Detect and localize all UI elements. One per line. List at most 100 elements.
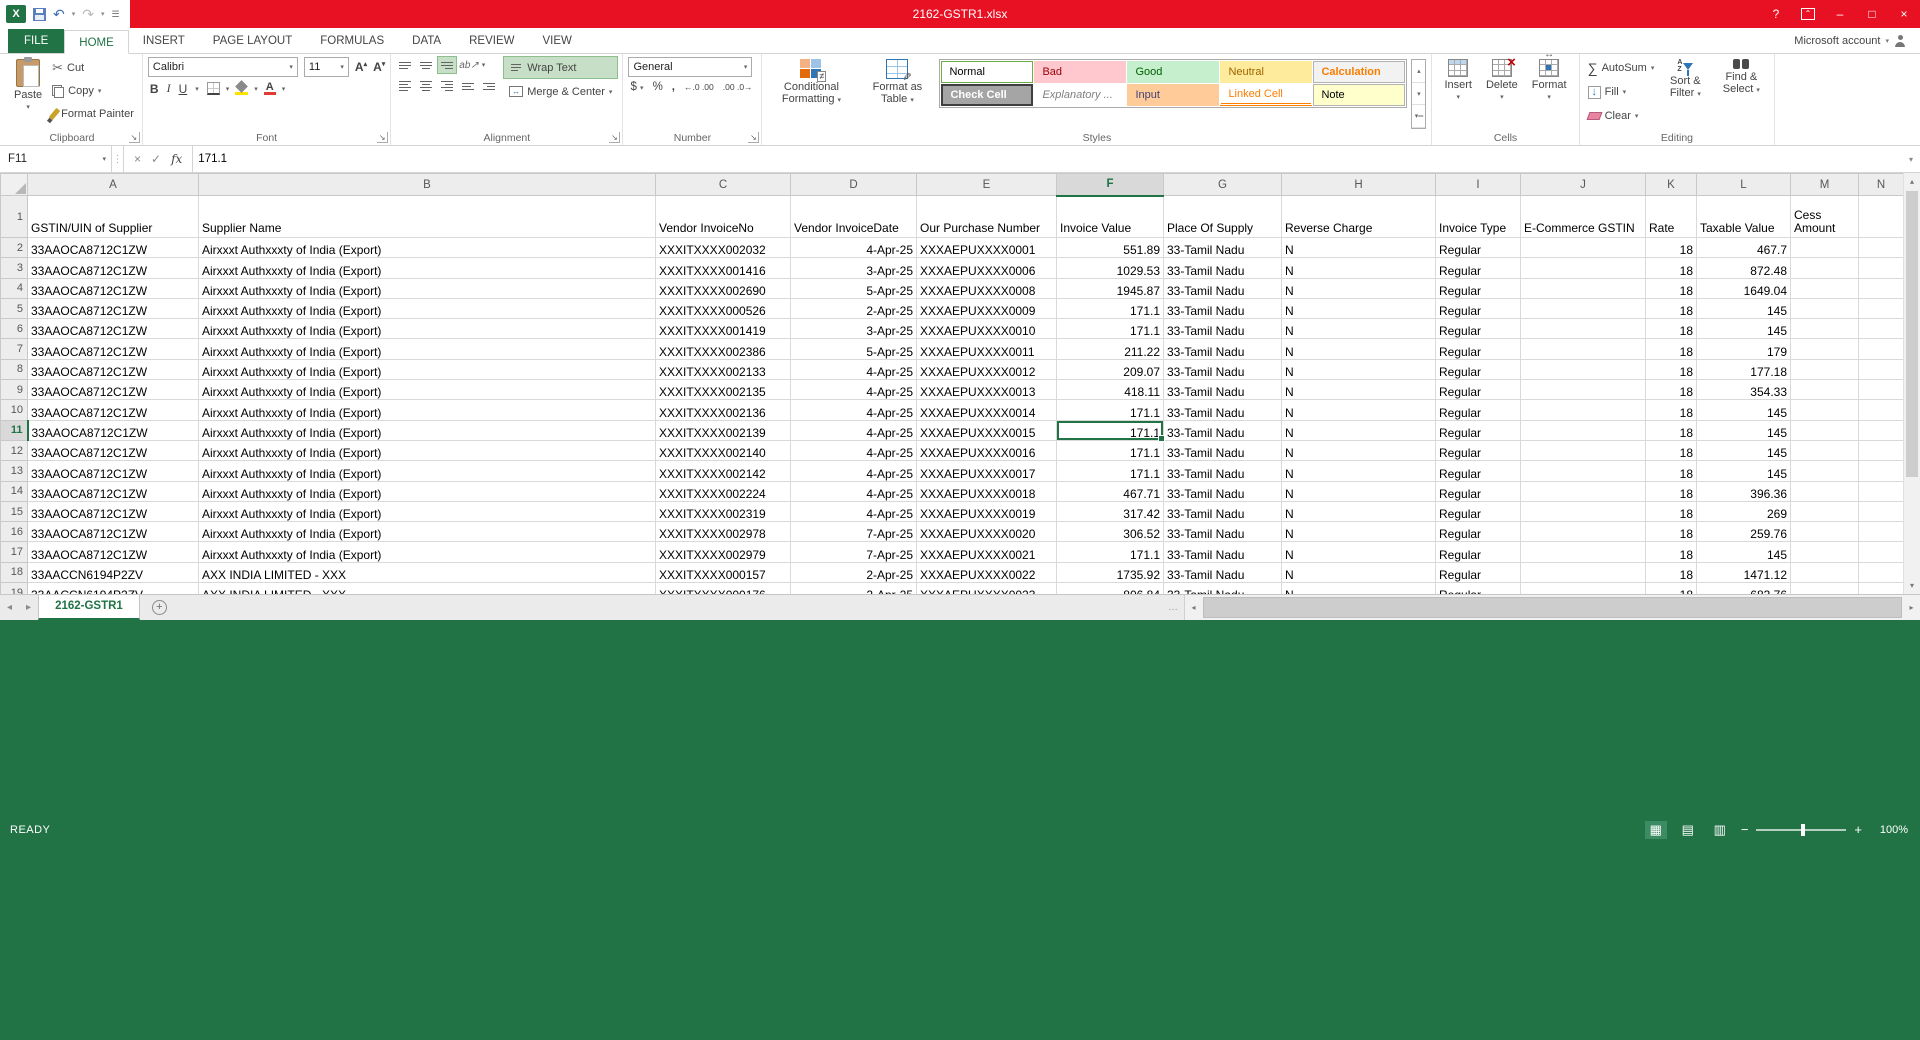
tab-review[interactable]: REVIEW	[455, 29, 528, 53]
cell-B2[interactable]: Airxxxt Authxxxty of India (Export)	[199, 238, 656, 258]
cell-K4[interactable]: 18	[1646, 278, 1697, 298]
cell-F12[interactable]: 171.1	[1057, 440, 1164, 460]
column-header-E[interactable]: E	[917, 174, 1057, 196]
cell-J12[interactable]	[1521, 440, 1646, 460]
cell-D15[interactable]: 4-Apr-25	[791, 501, 917, 521]
insert-cells-button[interactable]: Insert ▾	[1437, 57, 1479, 128]
style-bad[interactable]: Bad	[1034, 61, 1126, 83]
cell-F17[interactable]: 171.1	[1057, 542, 1164, 562]
column-header-C[interactable]: C	[656, 174, 791, 196]
cell-C12[interactable]: XXXITXXXX002140	[656, 440, 791, 460]
cell-G10[interactable]: 33-Tamil Nadu	[1164, 400, 1282, 420]
row-header-6[interactable]: 6	[1, 319, 28, 339]
italic-button[interactable]: I	[167, 81, 171, 96]
row-header-15[interactable]: 15	[1, 501, 28, 521]
cell-I17[interactable]: Regular	[1436, 542, 1521, 562]
paste-button[interactable]: Paste ▾	[7, 57, 49, 128]
fill-color-icon[interactable]	[235, 82, 248, 95]
cell-B8[interactable]: Airxxxt Authxxxty of India (Export)	[199, 359, 656, 379]
cell-C19[interactable]: XXXITXXXX000176	[656, 583, 791, 594]
cell-K19[interactable]: 18	[1646, 583, 1697, 594]
borders-icon[interactable]	[207, 82, 220, 95]
decrease-indent-button[interactable]	[459, 78, 477, 94]
cell-A14[interactable]: 33AAOCA8712C1ZW	[28, 481, 199, 501]
cell-G2[interactable]: 33-Tamil Nadu	[1164, 238, 1282, 258]
decrease-decimal-button[interactable]: .00 .0→	[723, 82, 753, 92]
style-good[interactable]: Good	[1127, 61, 1219, 83]
cut-button[interactable]: ✂Cut	[49, 57, 137, 79]
cell-M14[interactable]	[1791, 481, 1859, 501]
cell-N17[interactable]	[1859, 542, 1904, 562]
cell-I12[interactable]: Regular	[1436, 440, 1521, 460]
cell-L4[interactable]: 1649.04	[1697, 278, 1791, 298]
cell-F4[interactable]: 1945.87	[1057, 278, 1164, 298]
cell-H6[interactable]: N	[1282, 319, 1436, 339]
cell-G12[interactable]: 33-Tamil Nadu	[1164, 440, 1282, 460]
autosum-button[interactable]: ∑AutoSum▾	[1585, 57, 1658, 79]
cell-K7[interactable]: 18	[1646, 339, 1697, 359]
cell-G3[interactable]: 33-Tamil Nadu	[1164, 258, 1282, 278]
cell-N15[interactable]	[1859, 501, 1904, 521]
row-header-5[interactable]: 5	[1, 298, 28, 318]
cell-M18[interactable]	[1791, 562, 1859, 582]
cell-N7[interactable]	[1859, 339, 1904, 359]
font-family-select[interactable]: Calibri▾	[148, 57, 298, 77]
cell-J15[interactable]	[1521, 501, 1646, 521]
style-input[interactable]: Input	[1127, 84, 1219, 106]
cell-N8[interactable]	[1859, 359, 1904, 379]
percent-style-button[interactable]: %	[653, 81, 663, 93]
cell-L3[interactable]: 872.48	[1697, 258, 1791, 278]
row-header-1[interactable]: 1	[1, 196, 28, 238]
close-icon[interactable]: ×	[1888, 0, 1920, 28]
cell-D1[interactable]: Vendor InvoiceDate	[791, 196, 917, 238]
cell-J8[interactable]	[1521, 359, 1646, 379]
cell-L7[interactable]: 179	[1697, 339, 1791, 359]
column-header-L[interactable]: L	[1697, 174, 1791, 196]
cell-I5[interactable]: Regular	[1436, 298, 1521, 318]
gallery-more-icon[interactable]: ▾═	[1412, 105, 1425, 128]
account-menu[interactable]: Microsoft account ▾	[1794, 29, 1920, 53]
increase-indent-button[interactable]	[480, 78, 498, 94]
zoom-level[interactable]: 100%	[1872, 824, 1908, 836]
cell-D17[interactable]: 7-Apr-25	[791, 542, 917, 562]
cell-J14[interactable]	[1521, 481, 1646, 501]
cell-L17[interactable]: 145	[1697, 542, 1791, 562]
style-normal[interactable]: Normal	[941, 61, 1033, 83]
cell-I15[interactable]: Regular	[1436, 501, 1521, 521]
column-header-G[interactable]: G	[1164, 174, 1282, 196]
cell-N12[interactable]	[1859, 440, 1904, 460]
cell-M1[interactable]: Cess Amount	[1791, 196, 1859, 238]
style-neutral[interactable]: Neutral	[1220, 61, 1312, 83]
zoom-in-icon[interactable]: +	[1854, 823, 1862, 836]
cell-A13[interactable]: 33AAOCA8712C1ZW	[28, 461, 199, 481]
cell-B7[interactable]: Airxxxt Authxxxty of India (Export)	[199, 339, 656, 359]
cell-J11[interactable]	[1521, 420, 1646, 440]
orientation-button[interactable]: ab↗	[459, 60, 479, 71]
cell-K6[interactable]: 18	[1646, 319, 1697, 339]
cell-C4[interactable]: XXXITXXXX002690	[656, 278, 791, 298]
cell-D12[interactable]: 4-Apr-25	[791, 440, 917, 460]
cell-L12[interactable]: 145	[1697, 440, 1791, 460]
zoom-slider[interactable]	[1756, 829, 1846, 831]
cell-N2[interactable]	[1859, 238, 1904, 258]
cell-B17[interactable]: Airxxxt Authxxxty of India (Export)	[199, 542, 656, 562]
row-header-13[interactable]: 13	[1, 461, 28, 481]
cell-B15[interactable]: Airxxxt Authxxxty of India (Export)	[199, 501, 656, 521]
cell-D16[interactable]: 7-Apr-25	[791, 522, 917, 542]
cell-H9[interactable]: N	[1282, 380, 1436, 400]
cell-F11[interactable]: 171.1	[1057, 420, 1164, 440]
cell-M16[interactable]	[1791, 522, 1859, 542]
cell-E4[interactable]: XXXAEPUXXXX0008	[917, 278, 1057, 298]
vertical-scroll-thumb[interactable]	[1906, 191, 1918, 477]
undo-dropdown-icon[interactable]: ▾	[72, 10, 76, 18]
cell-G5[interactable]: 33-Tamil Nadu	[1164, 298, 1282, 318]
delete-cells-button[interactable]: Delete ▾	[1479, 57, 1525, 128]
redo-icon[interactable]: ↷	[82, 7, 94, 21]
cell-L14[interactable]: 396.36	[1697, 481, 1791, 501]
cell-J19[interactable]	[1521, 583, 1646, 594]
style-note[interactable]: Note	[1313, 84, 1405, 106]
cell-F10[interactable]: 171.1	[1057, 400, 1164, 420]
accounting-format-button[interactable]: $ ▾	[630, 81, 643, 93]
cell-N19[interactable]	[1859, 583, 1904, 594]
cell-G19[interactable]: 33-Tamil Nadu	[1164, 583, 1282, 594]
